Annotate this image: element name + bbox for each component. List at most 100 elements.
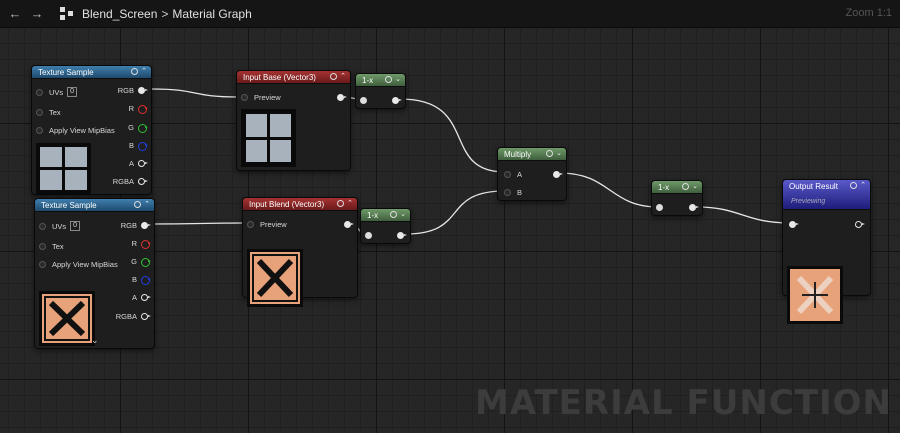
- pin-out-icon[interactable]: [141, 312, 151, 320]
- input-x[interactable]: [365, 229, 378, 241]
- output-a[interactable]: A: [132, 291, 151, 303]
- pin-out-icon[interactable]: [141, 275, 151, 285]
- pin-in-icon[interactable]: [39, 242, 46, 250]
- pin-out-icon[interactable]: [141, 257, 151, 267]
- output-value[interactable]: [340, 218, 354, 230]
- pin-out-icon[interactable]: [553, 170, 563, 178]
- preview-toggle-icon[interactable]: [134, 201, 142, 208]
- pin-out-icon[interactable]: [141, 239, 151, 249]
- pin-out-icon[interactable]: [138, 159, 148, 167]
- pin-out-icon[interactable]: [138, 104, 148, 114]
- pin-in-icon[interactable]: [504, 170, 511, 178]
- pin-out-icon[interactable]: [689, 203, 699, 211]
- chevron-up-icon[interactable]: ⌃: [141, 68, 147, 75]
- output-result-node[interactable]: Output Result ⌃ Previewing: [782, 179, 871, 324]
- node-header[interactable]: Output Result ⌃ Previewing: [783, 180, 870, 210]
- output-rgba[interactable]: RGBA: [113, 175, 148, 187]
- input-tex[interactable]: Tex: [39, 240, 64, 252]
- pin-out-icon[interactable]: [397, 231, 407, 239]
- pin-in-icon[interactable]: [36, 108, 43, 116]
- breadcrumb-graph[interactable]: Material Graph: [172, 7, 251, 21]
- pin-in-icon[interactable]: [360, 96, 367, 104]
- pin-in-icon[interactable]: [36, 126, 43, 134]
- chevron-down-icon[interactable]: ⌄: [91, 335, 99, 346]
- input-mipbias[interactable]: Apply View MipBias: [36, 124, 115, 136]
- input-a[interactable]: A: [504, 168, 522, 180]
- input-uvs[interactable]: UVs 0: [39, 220, 81, 232]
- node-header[interactable]: Input Blend (Vector3) ⌃: [243, 198, 357, 211]
- pin-out-icon[interactable]: [138, 141, 148, 151]
- output-r[interactable]: R: [132, 237, 151, 249]
- pin-in-icon[interactable]: [504, 188, 511, 196]
- input-x[interactable]: [656, 201, 669, 213]
- chevron-down-icon[interactable]: ⌄: [395, 76, 401, 83]
- output-value[interactable]: [549, 168, 563, 180]
- pin-out-icon[interactable]: [392, 96, 402, 104]
- texture-sample-node-1[interactable]: Texture Sample ⌃ UVs 0 Tex Apply View Mip…: [31, 65, 152, 195]
- node-header[interactable]: 1-x ⌄: [361, 209, 410, 222]
- preview-toggle-icon[interactable]: [682, 183, 690, 190]
- pin-out-icon[interactable]: [138, 86, 148, 94]
- pin-out-icon[interactable]: [138, 177, 148, 185]
- output-rgb[interactable]: RGB: [121, 219, 151, 231]
- input-preview[interactable]: Preview: [241, 91, 281, 103]
- input-b[interactable]: B: [504, 186, 522, 198]
- one-minus-node-3[interactable]: 1-x ⌄: [651, 180, 703, 216]
- input-uvs[interactable]: UVs 0: [36, 86, 78, 98]
- preview-toggle-icon[interactable]: [850, 182, 858, 189]
- chevron-up-icon[interactable]: ⌃: [860, 182, 866, 189]
- input-preview[interactable]: Preview: [247, 218, 287, 230]
- preview-toggle-icon[interactable]: [131, 68, 139, 75]
- preview-toggle-icon[interactable]: [390, 211, 398, 218]
- output-g[interactable]: G: [131, 255, 151, 267]
- uv-index-field[interactable]: 0: [70, 221, 81, 231]
- input-x[interactable]: [360, 94, 373, 106]
- pin-out-icon[interactable]: [337, 93, 347, 101]
- node-header[interactable]: Texture Sample ⌃: [32, 66, 151, 79]
- preview-toggle-icon[interactable]: [385, 76, 393, 83]
- output-rgb[interactable]: RGB: [118, 84, 148, 96]
- pin-in-icon[interactable]: [365, 231, 372, 239]
- chevron-down-icon[interactable]: ⌄: [556, 150, 562, 157]
- uv-index-field[interactable]: 0: [67, 87, 78, 97]
- pin-out-icon[interactable]: [138, 123, 148, 133]
- output-value[interactable]: [388, 94, 402, 106]
- pin-in-icon[interactable]: [241, 93, 248, 101]
- chevron-up-icon[interactable]: ⌃: [340, 73, 346, 80]
- output-b[interactable]: B: [132, 273, 151, 285]
- node-header[interactable]: Multiply ⌄: [498, 148, 566, 161]
- input-value[interactable]: [789, 218, 799, 230]
- chevron-down-icon[interactable]: ⌄: [692, 183, 698, 190]
- output-value[interactable]: [333, 91, 347, 103]
- node-header[interactable]: 1-x ⌄: [652, 181, 702, 194]
- output-r[interactable]: R: [129, 102, 148, 114]
- pin-out-icon[interactable]: [344, 220, 354, 228]
- output-a[interactable]: A: [129, 157, 148, 169]
- output-b[interactable]: B: [129, 139, 148, 151]
- preview-toggle-icon[interactable]: [330, 73, 338, 80]
- multiply-node[interactable]: Multiply ⌄ A B: [497, 147, 567, 201]
- chevron-up-icon[interactable]: ⌃: [144, 201, 150, 208]
- output-value[interactable]: [685, 201, 699, 213]
- preview-toggle-icon[interactable]: [546, 150, 554, 157]
- output-rgba[interactable]: RGBA: [116, 310, 151, 322]
- node-header[interactable]: Texture Sample ⌃: [35, 199, 154, 212]
- chevron-up-icon[interactable]: ⌃: [347, 200, 353, 207]
- pin-in-icon[interactable]: [39, 260, 46, 268]
- input-mipbias[interactable]: Apply View MipBias: [39, 258, 118, 270]
- pin-in-icon[interactable]: [656, 203, 663, 211]
- back-button[interactable]: ←: [4, 0, 26, 28]
- breadcrumb-asset[interactable]: Blend_Screen: [82, 7, 157, 21]
- pin-out-icon[interactable]: [855, 220, 865, 228]
- node-header[interactable]: 1-x ⌄: [356, 74, 405, 87]
- pin-in-icon[interactable]: [36, 88, 43, 96]
- pin-in-icon[interactable]: [789, 220, 799, 228]
- forward-button[interactable]: →: [26, 0, 48, 28]
- one-minus-node-1[interactable]: 1-x ⌄: [355, 73, 406, 109]
- pin-in-icon[interactable]: [247, 220, 254, 228]
- pin-in-icon[interactable]: [39, 222, 46, 230]
- input-blend-node[interactable]: Input Blend (Vector3) ⌃ Preview: [242, 197, 358, 307]
- input-tex[interactable]: Tex: [36, 106, 61, 118]
- one-minus-node-2[interactable]: 1-x ⌄: [360, 208, 411, 244]
- chevron-down-icon[interactable]: ⌄: [400, 211, 406, 218]
